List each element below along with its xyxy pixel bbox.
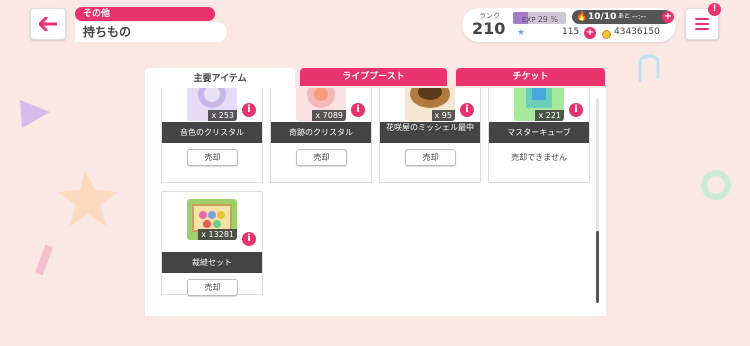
item-card[interactable]: x 13281 i 裁縫セット 売却 <box>161 191 263 296</box>
sell-button[interactable]: 売却 <box>296 149 347 166</box>
coin-value: 43436150 <box>614 27 660 37</box>
rank-value: 210 <box>472 19 506 38</box>
item-name: 奇跡のクリスタル <box>271 122 371 143</box>
item-name: 裁縫セット <box>162 252 262 273</box>
star-plus-button[interactable]: + <box>584 27 596 39</box>
info-icon[interactable]: i <box>242 232 256 246</box>
item-name: 花咲屋のミッシェル最中 <box>380 122 480 143</box>
exp-percent: 29 % <box>537 15 559 24</box>
item-card[interactable]: x 7089 i 奇跡のクリスタル 売却 <box>270 88 372 183</box>
sell-button[interactable]: 売却 <box>187 279 238 296</box>
item-name: マスターキューブ <box>489 122 589 143</box>
page-category: その他 <box>75 7 215 21</box>
sell-button[interactable]: 売却 <box>187 149 238 166</box>
scrollbar[interactable] <box>596 98 599 303</box>
unsellable-label: 売却できません <box>511 153 567 162</box>
tab-main-items[interactable]: 主要アイテム <box>145 68 295 90</box>
item-thumbnail: x 95 <box>405 88 455 121</box>
item-card[interactable]: x 253 i 音色のクリスタル 売却 <box>161 88 263 183</box>
stamina-plus-button[interactable]: + <box>662 11 674 23</box>
info-icon[interactable]: i <box>460 103 474 117</box>
tab-live-boost[interactable]: ライブブースト <box>300 68 447 86</box>
item-card[interactable]: x 221 i マスターキューブ 売却できません <box>488 88 590 183</box>
info-icon[interactable]: i <box>569 103 583 117</box>
exp-text: EXP 29 % <box>522 15 558 24</box>
item-card[interactable]: x 95 i 花咲屋のミッシェル最中 売却 <box>379 88 481 183</box>
star-icon: ★ <box>517 28 526 38</box>
stamina-timer: --:-- <box>632 12 647 21</box>
sell-button[interactable]: 売却 <box>405 149 456 166</box>
stamina-sub-label: あと <box>618 13 631 20</box>
item-thumbnail: x 7089 <box>296 88 346 121</box>
item-thumbnail: x 221 <box>514 88 564 121</box>
flame-icon: 🔥 <box>576 12 588 22</box>
item-list-panel[interactable]: x 253 i 音色のクリスタル 売却 x 7089 i 奇跡のクリスタル 売却… <box>145 88 606 316</box>
item-quantity: x 7089 <box>312 110 346 121</box>
info-icon[interactable]: i <box>351 103 365 117</box>
menu-line <box>695 23 709 25</box>
page-title: 持ちもの <box>75 22 227 42</box>
item-quantity: x 221 <box>535 110 564 121</box>
item-thumbnail: x 253 <box>187 88 237 121</box>
coin-icon <box>602 30 611 39</box>
menu-line <box>695 28 709 30</box>
player-status: ランク 210 EXP 29 % 🔥 10/10 あと --:-- + ★ 11… <box>462 8 676 42</box>
back-button[interactable] <box>30 8 66 40</box>
info-icon[interactable]: i <box>242 103 256 117</box>
item-quantity: x 95 <box>431 110 455 121</box>
stamina-value: 10/10 <box>588 12 617 22</box>
item-name: 音色のクリスタル <box>162 122 262 143</box>
item-quantity: x 253 <box>208 110 237 121</box>
scrollbar-thumb[interactable] <box>596 231 599 303</box>
notification-badge: ! <box>708 3 721 16</box>
star-value: 115 <box>562 27 580 37</box>
menu-line <box>695 18 709 20</box>
item-tabs: 主要アイテム ライブブースト チケット <box>145 68 605 90</box>
tab-ticket[interactable]: チケット <box>456 68 605 86</box>
page-title-area: その他 持ちもの <box>75 7 227 42</box>
back-arrow-icon <box>39 17 57 31</box>
exp-label: EXP <box>522 16 536 24</box>
stamina-box: 🔥 10/10 あと --:-- <box>572 10 672 24</box>
item-quantity: x 13281 <box>198 229 237 240</box>
item-thumbnail: x 13281 <box>187 199 237 240</box>
